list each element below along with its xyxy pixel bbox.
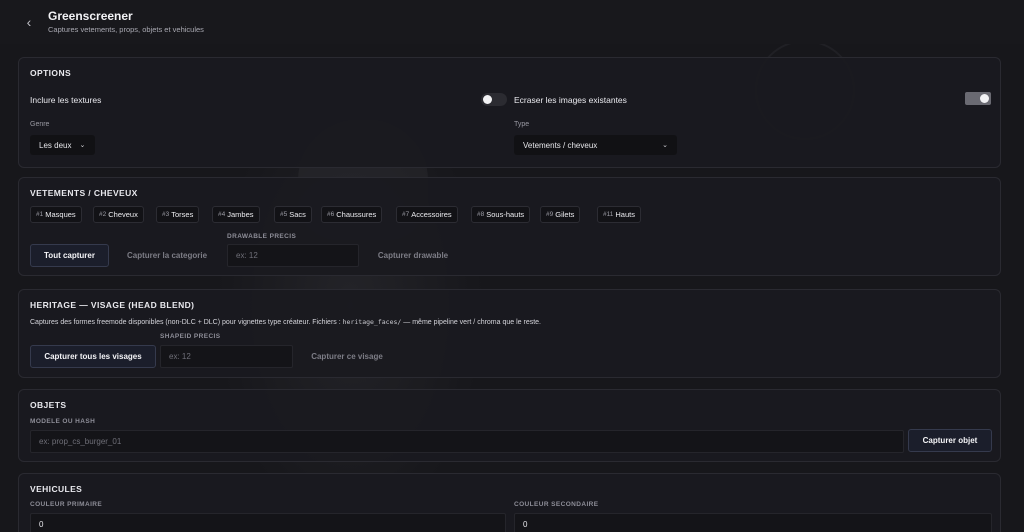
objects-panel: OBJETS MODELE OU HASH Capturer objet	[18, 389, 1001, 462]
type-label: Type	[514, 121, 530, 128]
shapeid-input[interactable]	[160, 345, 293, 368]
capture-object-button[interactable]: Capturer objet	[908, 429, 992, 452]
shapeid-precise-label: SHAPEID PRECIS	[160, 333, 221, 340]
category-chip-cheveux[interactable]: #2 Cheveux	[93, 206, 144, 223]
options-panel: OPTIONS Inclure les textures Ecraser les…	[18, 57, 1001, 168]
page-title: Greenscreener	[48, 9, 133, 23]
model-hash-input[interactable]	[30, 430, 904, 453]
capture-category-button[interactable]: Capturer la categorie	[118, 244, 216, 267]
category-chip-jambes[interactable]: #4 Jambes	[212, 206, 260, 223]
chevron-down-icon: ⌄	[79, 142, 86, 149]
heritage-title: HERITAGE — VISAGE (HEAD BLEND)	[30, 300, 195, 310]
heritage-folder: heritage_faces/	[342, 318, 402, 326]
capture-drawable-button[interactable]: Capturer drawable	[367, 244, 459, 267]
category-chip-chaussures[interactable]: #6 Chaussures	[321, 206, 383, 223]
genre-select-value: Les deux	[39, 140, 72, 150]
header-text: Greenscreener Captures vetements, props,…	[48, 9, 204, 35]
category-chip-masques[interactable]: #1 Masques	[30, 206, 82, 223]
chevron-down-icon: ⌄	[662, 142, 668, 149]
vehicles-panel: VEHICULES COULEUR PRIMAIRE COULEUR SECON…	[18, 473, 1001, 532]
capture-face-button[interactable]: Capturer ce visage	[301, 345, 393, 368]
drawable-precise-label: DRAWABLE PRECIS	[227, 233, 297, 240]
category-chip-hauts[interactable]: #11 Hauts	[597, 206, 641, 223]
category-chip-sous-hauts[interactable]: #8 Sous-hauts	[471, 206, 531, 223]
genre-select[interactable]: Les deux ⌄	[30, 135, 95, 155]
clothes-title: VETEMENTS / CHEVEUX	[30, 188, 138, 198]
clothes-panel: VETEMENTS / CHEVEUX #1 Masques #2 Cheveux …	[18, 177, 1001, 276]
heritage-description: Captures des formes freemode disponibles…	[30, 318, 541, 326]
secondary-color-input[interactable]	[514, 513, 992, 532]
toggle-knob	[980, 94, 989, 103]
category-chip-gilets[interactable]: #9 Gilets	[540, 206, 581, 223]
page-subtitle: Captures vetements, props, objets et veh…	[48, 25, 204, 34]
back-button[interactable]: ‹	[19, 12, 39, 32]
app-header: ‹ Greenscreener Captures vetements, prop…	[0, 0, 1024, 44]
toggle-knob	[483, 95, 492, 104]
include-textures-toggle[interactable]	[481, 93, 507, 106]
primary-color-input[interactable]	[30, 513, 506, 532]
category-chip-accessoires[interactable]: #7 Accessoires	[396, 206, 458, 223]
capture-all-faces-button[interactable]: Capturer tous les visages	[30, 345, 156, 368]
vehicles-title: VEHICULES	[30, 484, 83, 494]
genre-label: Genre	[30, 121, 50, 128]
objects-title: OBJETS	[30, 400, 67, 410]
drawable-input[interactable]	[227, 244, 359, 267]
overwrite-images-label: Ecraser les images existantes	[514, 95, 627, 105]
include-textures-label: Inclure les textures	[30, 95, 102, 105]
category-chip-torses[interactable]: #3 Torses	[156, 206, 200, 223]
secondary-color-label: COULEUR SECONDAIRE	[514, 501, 599, 508]
type-select-value: Vetements / cheveux	[523, 140, 598, 150]
model-hash-label: MODELE OU HASH	[30, 418, 96, 425]
chevron-left-icon: ‹	[26, 14, 32, 30]
category-chip-sacs[interactable]: #5 Sacs	[274, 206, 312, 223]
type-select[interactable]: Vetements / cheveux ⌄	[514, 135, 677, 155]
capture-all-button[interactable]: Tout capturer	[30, 244, 109, 267]
primary-color-label: COULEUR PRIMAIRE	[30, 501, 103, 508]
options-title: OPTIONS	[30, 68, 72, 78]
heritage-panel: HERITAGE — VISAGE (HEAD BLEND) Captures …	[18, 289, 1001, 378]
overwrite-images-toggle[interactable]	[965, 92, 991, 105]
